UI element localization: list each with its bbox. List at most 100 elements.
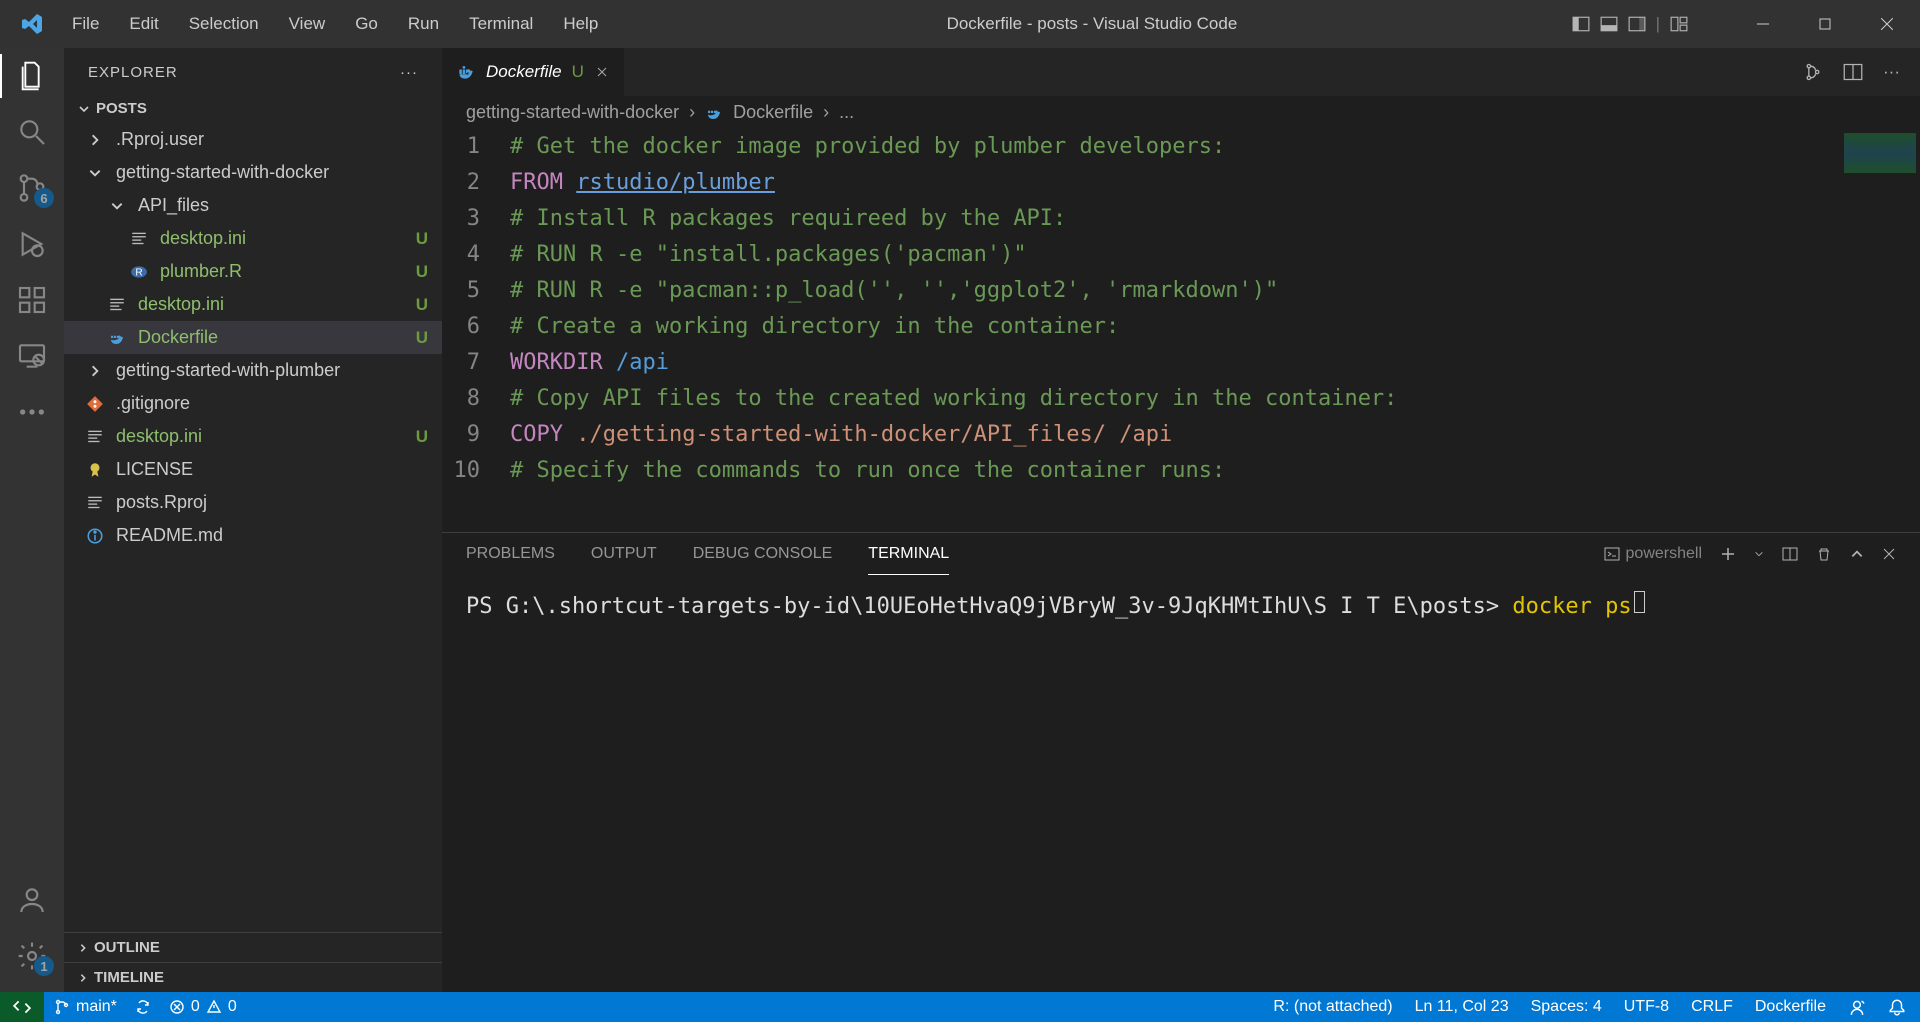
license-file-icon: [84, 461, 106, 479]
bottom-panel: PROBLEMS OUTPUT DEBUG CONSOLE TERMINAL powe…: [442, 532, 1920, 992]
info-file-icon: [84, 527, 106, 545]
file-lines-icon: [128, 230, 150, 248]
activity-run-debug-icon[interactable]: [16, 228, 48, 260]
outline-section[interactable]: OUTLINE: [64, 932, 442, 962]
activity-extensions-icon[interactable]: [16, 284, 48, 316]
editor-more-icon[interactable]: ···: [1883, 62, 1900, 82]
menu-edit[interactable]: Edit: [115, 8, 172, 40]
status-eol[interactable]: CRLF: [1691, 998, 1733, 1016]
panel-maximize-icon[interactable]: [1850, 547, 1864, 561]
terminal-kill-icon[interactable]: [1816, 546, 1832, 562]
panel-tab-output[interactable]: OUTPUT: [591, 533, 657, 575]
activity-source-control-icon[interactable]: 6: [16, 172, 48, 204]
tree-item-posts-rproj[interactable]: posts.Rproj: [64, 486, 442, 519]
tree-item-desktop-ini[interactable]: desktop.iniU: [64, 222, 442, 255]
tree-item-license[interactable]: LICENSE: [64, 453, 442, 486]
chevron-right-icon: [84, 133, 106, 147]
toggle-panel-icon[interactable]: [1600, 15, 1618, 33]
menu-terminal[interactable]: Terminal: [455, 8, 547, 40]
explorer-more-icon[interactable]: ···: [400, 64, 418, 81]
status-r[interactable]: R: (not attached): [1273, 998, 1392, 1016]
status-problems[interactable]: 0 0: [169, 998, 237, 1016]
menu-file[interactable]: File: [58, 8, 113, 40]
customize-layout-icon[interactable]: [1670, 15, 1688, 33]
terminal-split-icon[interactable]: [1782, 546, 1798, 562]
chevron-right-icon: [84, 364, 106, 378]
menu-view[interactable]: View: [275, 8, 340, 40]
window-minimize-button[interactable]: [1740, 9, 1786, 39]
docker-icon: [705, 104, 723, 122]
toggle-primary-sidebar-icon[interactable]: [1572, 15, 1590, 33]
status-sync[interactable]: [135, 999, 151, 1015]
panel-tab-debug-console[interactable]: DEBUG CONSOLE: [693, 533, 833, 575]
split-editor-icon[interactable]: [1843, 62, 1863, 82]
compare-changes-icon[interactable]: [1803, 62, 1823, 82]
title-bar-controls: |: [1572, 9, 1910, 39]
vscode-logo-icon: [20, 12, 44, 36]
menu-run[interactable]: Run: [394, 8, 453, 40]
status-encoding[interactable]: UTF-8: [1624, 998, 1669, 1016]
code-editor[interactable]: 1# Get the docker image provided by plum…: [442, 129, 1920, 532]
activity-remote-explorer-icon[interactable]: [16, 340, 48, 372]
scm-badge: 6: [34, 188, 54, 208]
file-lines-icon: [106, 296, 128, 314]
tab-modified-indicator: U: [572, 62, 584, 82]
window-close-button[interactable]: [1864, 9, 1910, 39]
status-notifications-icon[interactable]: [1888, 998, 1906, 1016]
file-lines-icon: [84, 494, 106, 512]
minimap[interactable]: [1840, 129, 1920, 532]
terminal-prompt: PS G:\.shortcut-targets-by-id\10UEoHetHv…: [466, 594, 1512, 619]
explorer-sidebar: EXPLORER ··· POSTS .Rproj.usergetting-st…: [64, 48, 442, 992]
status-language[interactable]: Dockerfile: [1755, 998, 1826, 1016]
status-spaces[interactable]: Spaces: 4: [1531, 998, 1602, 1016]
folder-root-header[interactable]: POSTS: [64, 96, 442, 121]
tree-item-plumber-r[interactable]: Rplumber.RU: [64, 255, 442, 288]
tab-close-icon[interactable]: [594, 64, 610, 80]
settings-badge: 1: [34, 956, 54, 976]
tree-item-dockerfile[interactable]: DockerfileU: [64, 321, 442, 354]
timeline-section[interactable]: TIMELINE: [64, 962, 442, 992]
tree-item-desktop-ini[interactable]: desktop.iniU: [64, 420, 442, 453]
window-maximize-button[interactable]: [1802, 9, 1848, 39]
panel-tab-terminal[interactable]: TERMINAL: [868, 533, 949, 575]
menu-go[interactable]: Go: [341, 8, 392, 40]
tab-dockerfile[interactable]: Dockerfile U: [442, 48, 625, 96]
breadcrumb[interactable]: getting-started-with-docker › Dockerfile…: [442, 96, 1920, 129]
panel-tab-problems[interactable]: PROBLEMS: [466, 533, 555, 575]
tree-item--rproj-user[interactable]: .Rproj.user: [64, 123, 442, 156]
terminal-view[interactable]: PS G:\.shortcut-targets-by-id\10UEoHetHv…: [442, 575, 1920, 992]
tree-item-readme-md[interactable]: README.md: [64, 519, 442, 552]
status-feedback-icon[interactable]: [1848, 998, 1866, 1016]
docker-icon: [456, 62, 476, 82]
activity-explorer-icon[interactable]: [16, 60, 48, 92]
activity-settings-icon[interactable]: 1: [16, 940, 48, 972]
status-branch[interactable]: main*: [54, 998, 117, 1016]
menu-help[interactable]: Help: [549, 8, 612, 40]
terminal-dropdown-icon[interactable]: [1754, 549, 1764, 559]
toggle-secondary-sidebar-icon[interactable]: [1628, 15, 1646, 33]
svg-text:R: R: [135, 267, 142, 278]
menu-bar: FileEditSelectionViewGoRunTerminalHelp: [58, 8, 612, 40]
status-position[interactable]: Ln 11, Col 23: [1415, 998, 1509, 1016]
tree-item--gitignore[interactable]: .gitignore: [64, 387, 442, 420]
r-file-icon: R: [128, 263, 150, 281]
tab-label: Dockerfile: [486, 62, 562, 82]
tree-item-desktop-ini[interactable]: desktop.iniU: [64, 288, 442, 321]
explorer-title: EXPLORER: [88, 64, 178, 81]
panel-close-icon[interactable]: [1882, 547, 1896, 561]
terminal-new-icon[interactable]: [1720, 546, 1736, 562]
activity-accounts-icon[interactable]: [16, 884, 48, 916]
activity-more-icon[interactable]: [16, 396, 48, 428]
editor-tabs: Dockerfile U ···: [442, 48, 1920, 96]
remote-indicator[interactable]: [0, 992, 44, 1022]
activity-search-icon[interactable]: [16, 116, 48, 148]
docker-file-icon: [106, 329, 128, 347]
tree-item-getting-started-with-plumber[interactable]: getting-started-with-plumber: [64, 354, 442, 387]
terminal-command: docker ps: [1512, 594, 1631, 619]
tree-item-getting-started-with-docker[interactable]: getting-started-with-docker: [64, 156, 442, 189]
window-title: Dockerfile - posts - Visual Studio Code: [616, 14, 1567, 34]
menu-selection[interactable]: Selection: [175, 8, 273, 40]
terminal-shell-selector[interactable]: powershell: [1604, 545, 1702, 563]
tree-item-api-files[interactable]: API_files: [64, 189, 442, 222]
git-file-icon: [84, 395, 106, 413]
